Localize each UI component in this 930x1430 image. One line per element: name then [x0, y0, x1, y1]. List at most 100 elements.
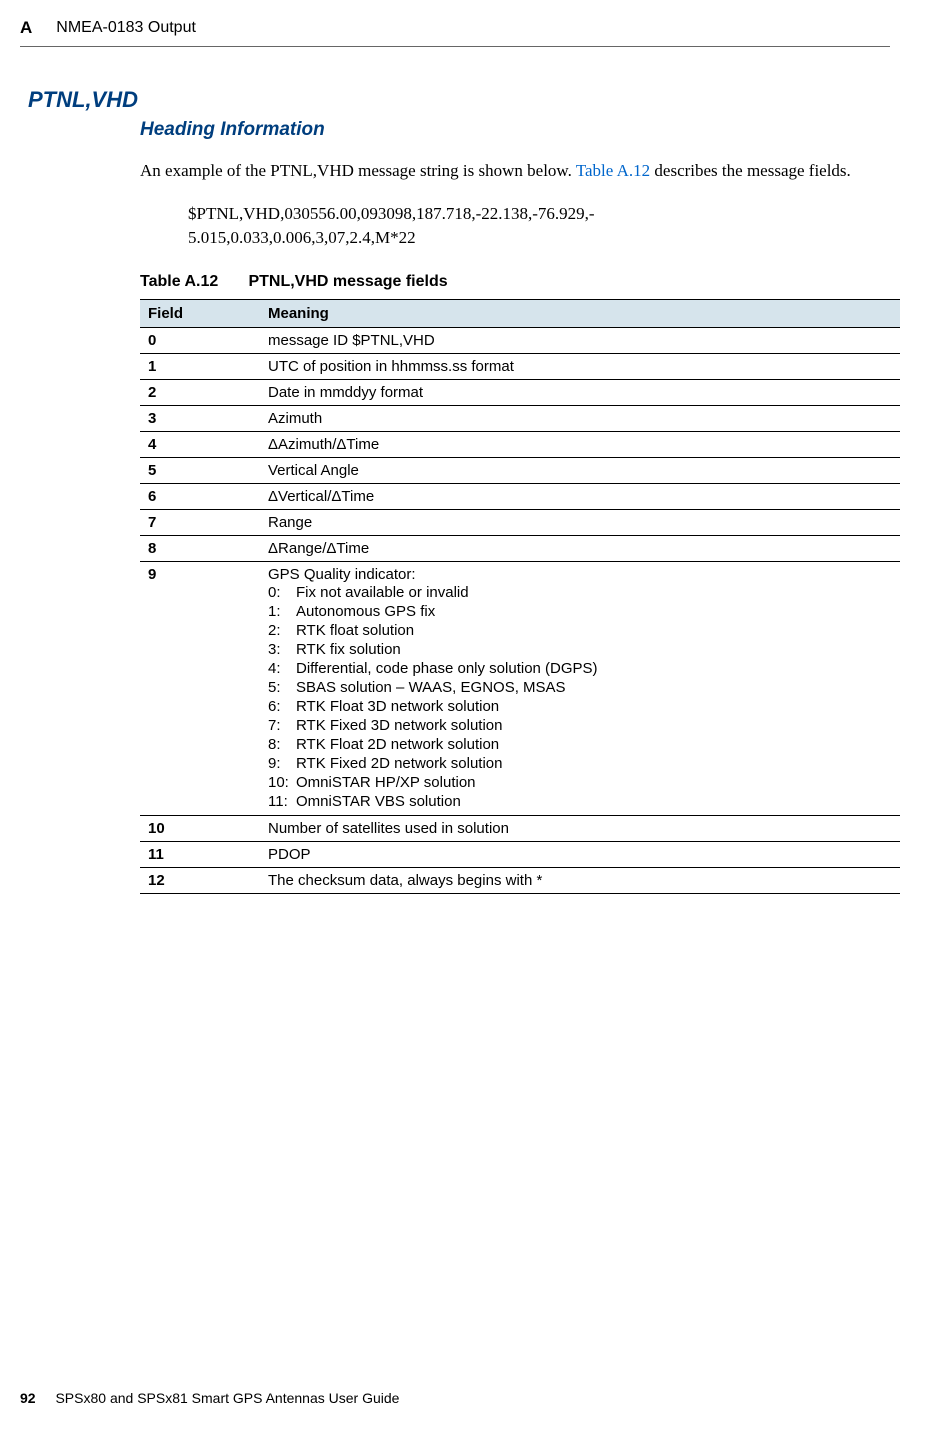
meaning-cell: The checksum data, always begins with * — [260, 867, 900, 893]
page-footer: 92 SPSx80 and SPSx81 Smart GPS Antennas … — [20, 1390, 399, 1406]
field-cell: 10 — [140, 815, 260, 841]
meaning-cell: Date in mmddyy format — [260, 379, 900, 405]
meaning-cell: UTC of position in hhmmss.ss format — [260, 353, 900, 379]
quality-item: 11:OmniSTAR VBS solution — [268, 792, 892, 811]
table-header-meaning: Meaning — [260, 299, 900, 327]
quality-text: RTK Fixed 3D network solution — [296, 717, 502, 734]
quality-item: 3:RTK fix solution — [268, 640, 892, 659]
quality-num: 9: — [268, 755, 296, 772]
page-header: A NMEA-0183 Output — [0, 0, 930, 46]
quality-num: 1: — [268, 603, 296, 620]
quality-item: 8:RTK Float 2D network solution — [268, 735, 892, 754]
quality-item: 1:Autonomous GPS fix — [268, 602, 892, 621]
table-row: 3Azimuth — [140, 405, 900, 431]
header-title: NMEA-0183 Output — [56, 19, 196, 37]
quality-item: 9:RTK Fixed 2D network solution — [268, 754, 892, 773]
example-line-1: $PTNL,VHD,030556.00,093098,187.718,-22.1… — [188, 204, 595, 223]
meaning-cell: ΔRange/ΔTime — [260, 535, 900, 561]
table-row: 10Number of satellites used in solution — [140, 815, 900, 841]
table-caption-text: PTNL,VHD message fields — [248, 273, 447, 290]
meaning-cell: Vertical Angle — [260, 457, 900, 483]
quality-text: RTK float solution — [296, 622, 414, 639]
quality-num: 5: — [268, 679, 296, 696]
quality-text: Differential, code phase only solution (… — [296, 660, 598, 677]
quality-text: RTK Float 2D network solution — [296, 736, 499, 753]
intro-text-before: An example of the PTNL,VHD message strin… — [140, 161, 576, 180]
quality-list: 0:Fix not available or invalid1:Autonomo… — [268, 583, 892, 811]
quality-text: OmniSTAR VBS solution — [296, 793, 461, 810]
table-row: 0message ID $PTNL,VHD — [140, 327, 900, 353]
quality-text: Autonomous GPS fix — [296, 603, 435, 620]
field-cell: 2 — [140, 379, 260, 405]
meaning-cell: ΔAzimuth/ΔTime — [260, 431, 900, 457]
quality-num: 7: — [268, 717, 296, 734]
quality-item: 10:OmniSTAR HP/XP solution — [268, 773, 892, 792]
quality-num: 6: — [268, 698, 296, 715]
field-cell: 5 — [140, 457, 260, 483]
field-cell: 6 — [140, 483, 260, 509]
example-line-2: 5.015,0.033,0.006,3,07,2.4,M*22 — [188, 228, 416, 247]
quality-text: Fix not available or invalid — [296, 584, 469, 601]
field-cell: 12 — [140, 867, 260, 893]
quality-item: 4:Differential, code phase only solution… — [268, 659, 892, 678]
section-title: PTNL,VHD — [28, 87, 890, 113]
table-row: 5Vertical Angle — [140, 457, 900, 483]
quality-text: RTK Fixed 2D network solution — [296, 755, 502, 772]
meaning-cell: GPS Quality indicator:0:Fix not availabl… — [260, 561, 900, 815]
field-cell: 7 — [140, 509, 260, 535]
page-number: 92 — [20, 1390, 36, 1406]
quality-item: 7:RTK Fixed 3D network solution — [268, 716, 892, 735]
table-row: 11PDOP — [140, 841, 900, 867]
quality-num: 8: — [268, 736, 296, 753]
table-row: 7Range — [140, 509, 900, 535]
meaning-cell: Azimuth — [260, 405, 900, 431]
example-message: $PTNL,VHD,030556.00,093098,187.718,-22.1… — [188, 202, 890, 251]
quality-text: RTK fix solution — [296, 641, 401, 658]
table-row: 8ΔRange/ΔTime — [140, 535, 900, 561]
quality-text: SBAS solution – WAAS, EGNOS, MSAS — [296, 679, 566, 696]
field-cell: 11 — [140, 841, 260, 867]
field-cell: 1 — [140, 353, 260, 379]
field-cell: 0 — [140, 327, 260, 353]
table-link[interactable]: Table A.12 — [576, 161, 650, 180]
field-cell: 8 — [140, 535, 260, 561]
table-row: 1UTC of position in hhmmss.ss format — [140, 353, 900, 379]
table-caption: Table A.12 PTNL,VHD message fields — [140, 273, 890, 291]
subsection-title: Heading Information — [140, 119, 890, 141]
field-cell: 9 — [140, 561, 260, 815]
quality-text: RTK Float 3D network solution — [296, 698, 499, 715]
message-fields-table: Field Meaning 0message ID $PTNL,VHD1UTC … — [140, 299, 900, 894]
table-row: 6ΔVertical/ΔTime — [140, 483, 900, 509]
meaning-cell: Number of satellites used in solution — [260, 815, 900, 841]
quality-item: 0:Fix not available or invalid — [268, 583, 892, 602]
quality-num: 10: — [268, 774, 296, 791]
table-row: 2Date in mmddyy format — [140, 379, 900, 405]
page-content: PTNL,VHD Heading Information An example … — [0, 47, 930, 894]
field-cell: 4 — [140, 431, 260, 457]
intro-paragraph: An example of the PTNL,VHD message strin… — [140, 159, 890, 184]
intro-text-after: describes the message fields. — [650, 161, 851, 180]
quality-num: 0: — [268, 584, 296, 601]
table-row: 4ΔAzimuth/ΔTime — [140, 431, 900, 457]
quality-num: 3: — [268, 641, 296, 658]
table-header-field: Field — [140, 299, 260, 327]
quality-num: 11: — [268, 793, 296, 810]
quality-heading: GPS Quality indicator: — [268, 566, 892, 583]
quality-item: 2:RTK float solution — [268, 621, 892, 640]
quality-num: 4: — [268, 660, 296, 677]
quality-text: OmniSTAR HP/XP solution — [296, 774, 476, 791]
table-caption-label: Table A.12 — [140, 273, 244, 291]
table-header-row: Field Meaning — [140, 299, 900, 327]
quality-item: 6:RTK Float 3D network solution — [268, 697, 892, 716]
meaning-cell: message ID $PTNL,VHD — [260, 327, 900, 353]
field-cell: 3 — [140, 405, 260, 431]
table-row: 9GPS Quality indicator:0:Fix not availab… — [140, 561, 900, 815]
quality-num: 2: — [268, 622, 296, 639]
meaning-cell: PDOP — [260, 841, 900, 867]
table-row: 12The checksum data, always begins with … — [140, 867, 900, 893]
meaning-cell: Range — [260, 509, 900, 535]
meaning-cell: ΔVertical/ΔTime — [260, 483, 900, 509]
appendix-letter: A — [20, 18, 32, 38]
quality-item: 5:SBAS solution – WAAS, EGNOS, MSAS — [268, 678, 892, 697]
footer-title: SPSx80 and SPSx81 Smart GPS Antennas Use… — [55, 1390, 399, 1406]
